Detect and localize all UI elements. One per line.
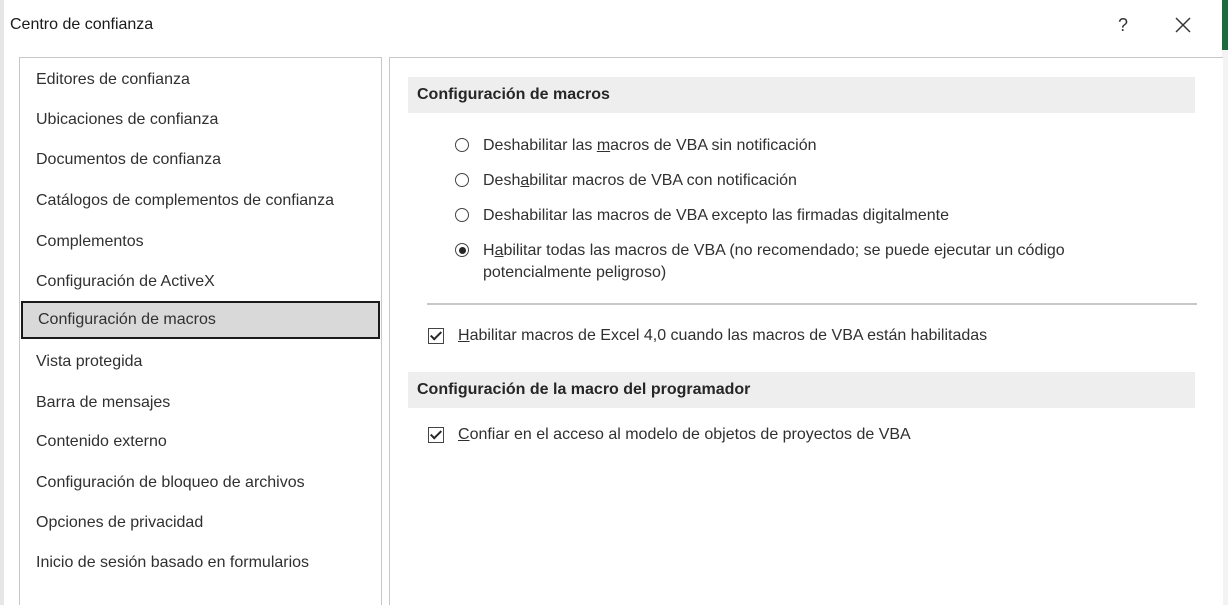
sidebar-item-privacy-options[interactable]: Opciones de privacidad (20, 504, 379, 542)
sidebar-item-message-bar[interactable]: Barra de mensajes (20, 384, 379, 422)
sidebar-item-trusted-documents[interactable]: Documentos de confianza (20, 141, 379, 179)
radio-button-selected[interactable] (455, 243, 469, 257)
help-button[interactable]: ? (1111, 12, 1135, 38)
checkbox-trust-vba-object-model[interactable]: Confiar en el acceso al modelo de objeto… (428, 426, 911, 444)
background-app-accent (1222, 0, 1228, 50)
close-button[interactable] (1170, 12, 1196, 38)
developer-macro-settings-header: Configuración de la macro del programado… (408, 372, 1195, 408)
radio-label: Deshabilitar las macros de VBA excepto l… (483, 207, 950, 224)
sidebar-item-file-block-settings[interactable]: Configuración de bloqueo de archivos (20, 464, 379, 502)
radio-label: Habilitar todas las macros de VBA (no re… (483, 242, 1065, 281)
sidebar-item-trusted-locations[interactable]: Ubicaciones de confianza (20, 101, 379, 139)
radio-label: Deshabilitar macros de VBA con notificac… (483, 172, 797, 189)
radio-enable-all-macros[interactable]: Habilitar todas las macros de VBA (no re… (455, 240, 1065, 284)
checkbox-enable-excel4-macros[interactable]: Habilitar macros de Excel 4,0 cuando las… (428, 327, 987, 345)
category-sidebar: Editores de confianza Ubicaciones de con… (19, 57, 382, 605)
sidebar-item-external-content[interactable]: Contenido externo (20, 423, 379, 461)
sidebar-item-macro-settings[interactable]: Configuración de macros (21, 301, 380, 339)
radio-button[interactable] (455, 208, 469, 222)
sidebar-item-addins[interactable]: Complementos (20, 223, 379, 261)
section-divider (427, 303, 1197, 305)
radio-button[interactable] (455, 138, 469, 152)
dialog-title: Centro de confianza (10, 16, 154, 33)
help-icon: ? (1117, 15, 1128, 35)
sidebar-item-activex-settings[interactable]: Configuración de ActiveX (20, 263, 379, 301)
macro-settings-header: Configuración de macros (408, 77, 1195, 113)
title-bar: Centro de confianza (4, 0, 1222, 52)
checkbox[interactable] (428, 427, 444, 443)
sidebar-item-trusted-publishers[interactable]: Editores de confianza (20, 61, 379, 99)
radio-label: Deshabilitar las macros de VBA sin notif… (483, 137, 817, 154)
trust-center-dialog: Centro de confianza ? Editores de confia… (0, 0, 1228, 605)
checkbox-label: Habilitar macros de Excel 4,0 cuando las… (458, 327, 988, 344)
radio-disable-with-notification[interactable]: Deshabilitar macros de VBA con notificac… (455, 170, 797, 192)
checkbox-label: Confiar en el acceso al modelo de objeto… (458, 426, 911, 443)
sidebar-item-protected-view[interactable]: Vista protegida (20, 343, 379, 381)
radio-disable-except-signed[interactable]: Deshabilitar las macros de VBA excepto l… (455, 205, 949, 227)
settings-panel: Configuración de macros Deshabilitar las… (389, 57, 1223, 605)
sidebar-item-form-based-signin[interactable]: Inicio de sesión basado en formularios (20, 544, 379, 582)
close-icon (1175, 17, 1191, 33)
checkbox[interactable] (428, 328, 444, 344)
radio-button[interactable] (455, 173, 469, 187)
radio-disable-without-notification[interactable]: Deshabilitar las macros de VBA sin notif… (455, 135, 817, 157)
background-app-edge (0, 0, 4, 605)
sidebar-item-trusted-addin-catalogs[interactable]: Catálogos de complementos de confianza (20, 182, 379, 220)
